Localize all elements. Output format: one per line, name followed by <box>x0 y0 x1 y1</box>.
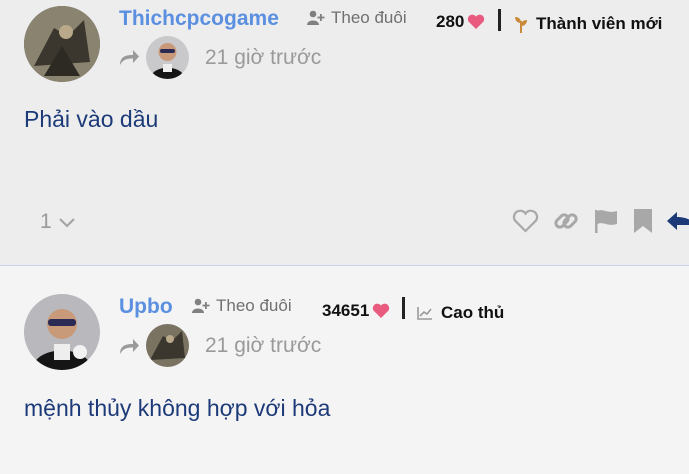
rank-badge: Thành viên mới <box>514 14 662 34</box>
replies-count: 1 <box>40 210 52 233</box>
username[interactable]: Upbo <box>119 295 173 319</box>
post-2: Upbo Theo đuôi 34651 Cao thủ 21 giờ trướ… <box>0 266 689 474</box>
add-user-icon <box>307 10 325 25</box>
heart-icon <box>468 14 485 29</box>
reply-icon[interactable] <box>667 210 689 237</box>
reply-arrow-icon <box>120 50 139 65</box>
reply-arrow-icon <box>120 339 139 354</box>
add-user-icon <box>192 298 210 313</box>
rank-label: Cao thủ <box>441 303 505 322</box>
divider <box>402 297 405 319</box>
post-actions <box>512 208 689 239</box>
reply-to-avatar[interactable] <box>146 324 189 367</box>
flag-icon[interactable] <box>593 208 619 239</box>
divider <box>498 9 501 31</box>
avatar[interactable] <box>24 294 100 370</box>
post-content: Phải vào dầu <box>24 106 159 132</box>
avatar[interactable] <box>24 6 100 82</box>
replies-toggle[interactable]: 1 <box>40 210 76 234</box>
likes-value: 280 <box>436 12 465 31</box>
chevron-down-icon <box>58 218 75 228</box>
sprout-icon <box>515 17 527 33</box>
rank-badge: Cao thủ <box>417 303 504 323</box>
heart-outline-icon[interactable] <box>512 209 539 238</box>
chart-icon <box>417 307 432 320</box>
post-time[interactable]: 21 giờ trước <box>205 46 321 70</box>
bookmark-icon[interactable] <box>633 208 653 239</box>
post-content: mệnh thủy không hợp với hỏa <box>24 395 331 421</box>
reply-to-avatar[interactable] <box>146 36 189 79</box>
username[interactable]: Thichcpcogame <box>119 7 279 31</box>
likes-count: 280 <box>436 12 485 32</box>
link-icon[interactable] <box>553 208 579 239</box>
follow-button[interactable]: Theo đuôi <box>192 296 292 316</box>
follow-label: Theo đuôi <box>216 296 292 315</box>
likes-value: 34651 <box>322 301 370 320</box>
rank-label: Thành viên mới <box>536 14 663 33</box>
likes-count: 34651 <box>322 301 390 321</box>
post-time[interactable]: 21 giờ trước <box>205 334 321 358</box>
post-1: Thichcpcogame Theo đuôi 280 Thành viên m… <box>0 0 689 266</box>
follow-button[interactable]: Theo đuôi <box>307 8 407 28</box>
follow-label: Theo đuôi <box>331 8 407 27</box>
heart-icon <box>373 303 390 318</box>
